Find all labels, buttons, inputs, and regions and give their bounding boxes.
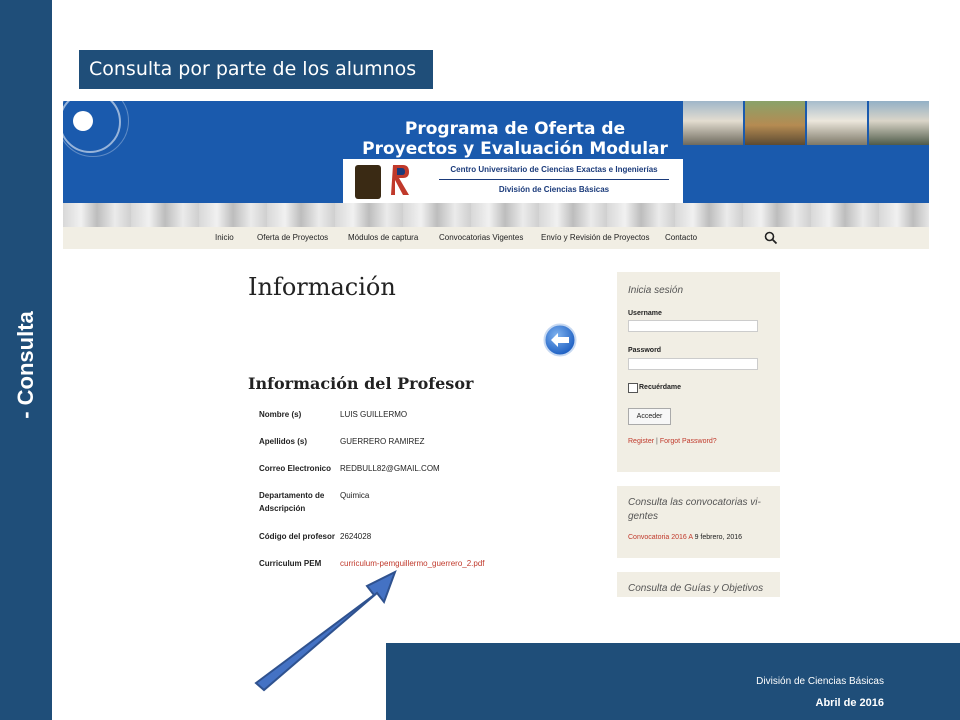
forgot-password-link[interactable]: Forgot Password? (660, 438, 717, 445)
nav-modulos-captura[interactable]: Módulos de captura (348, 233, 418, 242)
remember-checkbox[interactable] (628, 383, 638, 393)
search-icon[interactable] (764, 231, 778, 245)
cucei-logo-icon (391, 165, 409, 195)
footer-org: División de Ciencias Básicas (756, 676, 884, 687)
nav-convocatorias[interactable]: Convocatorias Vigentes (439, 233, 523, 242)
convocatoria-link[interactable]: Convocatoria 2016 A (628, 534, 693, 541)
footer-bar: División de Ciencias Básicas Abril de 20… (386, 643, 960, 720)
field-value: Quimica (340, 491, 370, 500)
field-value: LUIS GUILLERMO (340, 410, 408, 419)
field-label: Correo Electronico (259, 464, 332, 473)
convocatoria-date: 9 febrero, 2016 (694, 534, 743, 541)
nav-inicio[interactable]: Inicio (215, 233, 234, 242)
remember-label: Recuérdame (639, 384, 682, 391)
udg-logo-icon (355, 165, 381, 199)
field-value: 2624028 (340, 532, 372, 541)
page-title: Información (248, 273, 396, 301)
password-label: Password (628, 347, 662, 354)
main-nav: Inicio Oferta de Proyectos Módulos de ca… (63, 227, 929, 249)
login-title: Inicia sesión (628, 285, 684, 296)
field-value: GUERRERO RAMIREZ (340, 437, 425, 446)
login-panel: Inicia sesión Username Password Recuérda… (617, 272, 780, 472)
field-label: Nombre (s) (259, 410, 302, 419)
slide-title: Consulta por parte de los alumnos (79, 50, 433, 89)
guides-title: Consulta de Guías y Objetivos (628, 583, 764, 594)
curriculum-link[interactable]: curriculum-pemguillermo_guerrero_2.pdf (340, 557, 485, 570)
field-label: Departamento de Adscripción (259, 491, 325, 513)
guides-panel: Consulta de Guías y Objetivos (617, 572, 780, 597)
field-label: Código del profesor (259, 532, 335, 541)
side-label: - Consulta (13, 311, 38, 419)
left-sidebar: - Consulta (0, 0, 52, 720)
field-value: REDBULL82@GMAIL.COM (340, 464, 440, 473)
convocatorias-panel: Consulta las convocatorias vi-gentes Con… (617, 486, 780, 558)
field-label: Apellidos (s) (259, 437, 308, 446)
register-link[interactable]: Register (628, 438, 654, 445)
nav-envio-revision[interactable]: Envío y Revisión de Proyectos (541, 233, 650, 242)
back-arrow-icon[interactable] (543, 323, 577, 357)
login-button[interactable]: Acceder (628, 408, 671, 425)
org-line1: Centro Universitario de Ciencias Exactas… (450, 165, 658, 174)
website-screenshot: Programa de Oferta de Proyectos y Evalua… (63, 101, 929, 597)
password-input[interactable] (628, 358, 758, 370)
section-title: Información del Profesor (248, 374, 474, 393)
username-label: Username (628, 310, 662, 317)
nav-contacto[interactable]: Contacto (665, 233, 697, 242)
org-line2: División de Ciencias Básicas (498, 185, 610, 194)
banner-dot-icon (73, 111, 93, 131)
logo-box: Centro Universitario de Ciencias Exactas… (343, 159, 683, 205)
molecule-strip (63, 203, 929, 227)
campus-photos (683, 101, 929, 145)
footer-date: Abril de 2016 (815, 697, 884, 709)
username-input[interactable] (628, 320, 758, 332)
nav-oferta-proyectos[interactable]: Oferta de Proyectos (257, 233, 328, 242)
banner-title: Programa de Oferta de Proyectos y Evalua… (362, 119, 668, 159)
convocatorias-title: Consulta las convocatorias vi-gentes (628, 497, 761, 522)
link-separator: | (656, 438, 658, 445)
field-label: Curriculum PEM (259, 559, 322, 568)
